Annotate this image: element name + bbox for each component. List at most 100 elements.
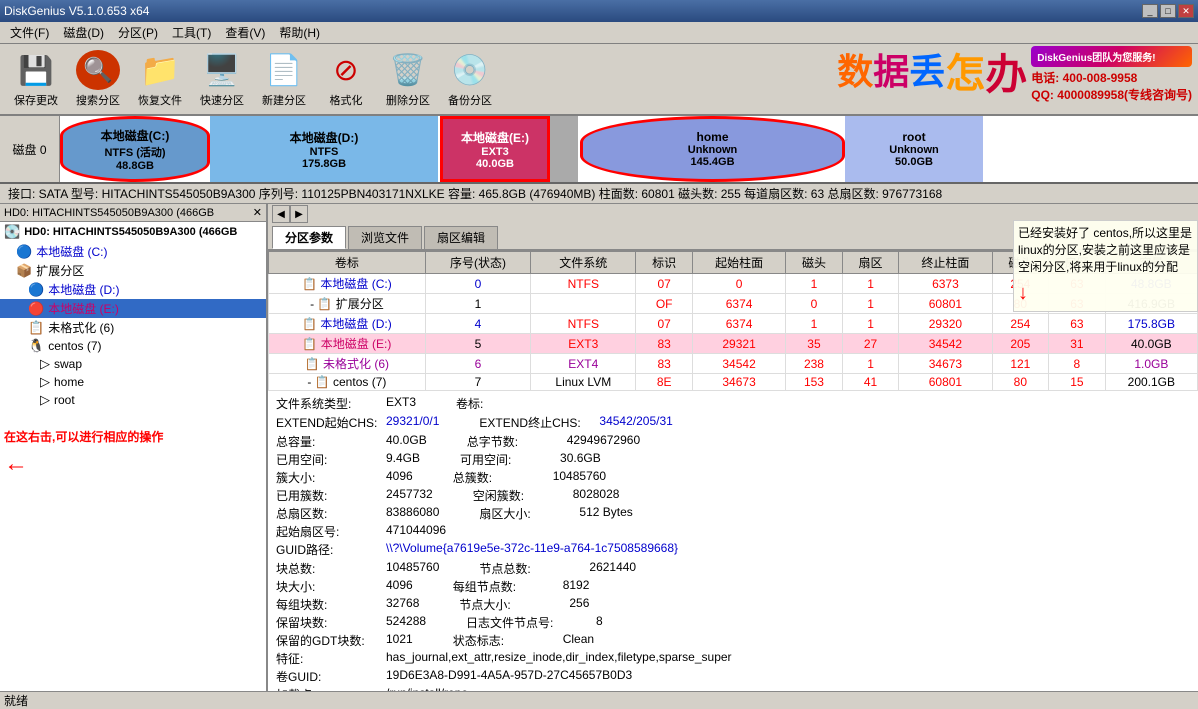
menu-file[interactable]: 文件(F) (4, 22, 55, 43)
cell-end-cyl: 34542 (899, 334, 992, 354)
tree-item-unformatted[interactable]: 📋 未格式化 (6) (0, 318, 266, 337)
format-button[interactable]: ⊘ 格式化 (316, 47, 376, 111)
new-partition-icon: 📄 (263, 50, 305, 90)
extend-chs-row: EXTEND起始CHS: 29321/0/1 EXTEND终止CHS: 3454… (276, 414, 1190, 431)
lbl-node-size: 节点大小: (459, 596, 569, 613)
cell-end-cyl: 60801 (899, 294, 992, 314)
part-d-name: 本地磁盘(D:) (290, 129, 359, 146)
part-root-size: 50.0GB (895, 156, 933, 168)
col-id: 标识 (636, 252, 693, 274)
detail-label-sector-size: 扇区大小: (479, 505, 579, 522)
tree-item-hd0[interactable]: 💽 HD0: HITACHINTS545050B9A300 (466GB (0, 222, 266, 242)
cell-end-sec: 15 (1049, 374, 1106, 391)
menu-view[interactable]: 查看(V) (219, 22, 271, 43)
col-fs: 文件系统 (531, 252, 636, 274)
vol-label-label: 卷标: (456, 395, 506, 412)
fs-type-row: 文件系统类型: EXT3 卷标: (276, 395, 1190, 412)
table-row[interactable]: 📋 本地磁盘 (E:) 5 EXT3 83 29321 35 27 34542 … (269, 334, 1198, 354)
cell-start-head: 0 (786, 294, 843, 314)
menu-disk[interactable]: 磁盘(D) (57, 22, 110, 43)
lbl-state: 状态标志: (453, 632, 563, 649)
cell-start-cyl: 6374 (692, 294, 785, 314)
detail-label-start-sec-no: 起始扇区号: (276, 523, 386, 540)
tree-item-centos[interactable]: 🐧 centos (7) (0, 337, 266, 355)
extend-start-group: EXTEND起始CHS: 29321/0/1 (276, 414, 439, 431)
lbl-features: 特征: (276, 650, 386, 667)
table-row[interactable]: - 📋 centos (7) 7 Linux LVM 8E 34673 153 … (269, 374, 1198, 391)
col-start-head: 磁头 (786, 252, 843, 274)
nav-forward-button[interactable]: ▶ (290, 205, 308, 223)
tree-item-home[interactable]: ▷ home (0, 373, 266, 391)
cell-end-head: 254 (992, 314, 1049, 334)
disk-part-home[interactable]: home Unknown 145.4GB (580, 116, 845, 182)
close-button[interactable]: ✕ (1178, 4, 1194, 18)
cell-start-cyl: 34542 (692, 354, 785, 374)
menu-partition[interactable]: 分区(P) (112, 22, 164, 43)
ad-chars: 数 据 丢 怎 办 (837, 54, 1027, 96)
cell-fs: NTFS (531, 314, 636, 334)
arrow-down: ↓ (1018, 279, 1193, 307)
tree-item-root[interactable]: ▷ root (0, 391, 266, 409)
delete-partition-button[interactable]: 🗑️ 删除分区 (378, 47, 438, 111)
detail-field-row-4: 总扇区数:83886080 扇区大小:512 Bytes (276, 505, 1190, 522)
part-d-size: 175.8GB (302, 158, 346, 170)
fs-type-group: 文件系统类型: EXT3 (276, 395, 416, 412)
restore-label: 恢复文件 (138, 92, 182, 108)
save-button[interactable]: 💾 保存更改 (6, 47, 66, 111)
menu-bar: 文件(F) 磁盘(D) 分区(P) 工具(T) 查看(V) 帮助(H) (0, 22, 1198, 44)
tree-close-button[interactable]: ✕ (253, 206, 262, 219)
detail-label-used: 已用空间: (276, 451, 386, 468)
disk-part-d[interactable]: 本地磁盘(D:) NTFS 175.8GB (210, 116, 440, 182)
menu-help[interactable]: 帮助(H) (273, 22, 326, 43)
search-label: 搜索分区 (76, 92, 120, 108)
search-partition-button[interactable]: 🔍 搜索分区 (68, 47, 128, 111)
menu-tools[interactable]: 工具(T) (166, 22, 217, 43)
cell-start-cyl: 34673 (692, 374, 785, 391)
tab-browse-files[interactable]: 浏览文件 (348, 226, 422, 249)
save-label: 保存更改 (14, 92, 58, 108)
lbl-mount: 加载点: (276, 686, 386, 691)
new-partition-label: 新建分区 (262, 92, 306, 108)
tab-partition-params[interactable]: 分区参数 (272, 226, 346, 249)
minimize-button[interactable]: _ (1142, 4, 1158, 18)
nav-back-button[interactable]: ◀ (272, 205, 290, 223)
quick-partition-button[interactable]: 🖥️ 快速分区 (192, 47, 252, 111)
tree-item-c[interactable]: 🔵 本地磁盘 (C:) (0, 242, 266, 261)
tree-centos-label: centos (7) (48, 339, 101, 353)
table-row[interactable]: 📋 本地磁盘 (D:) 4 NTFS 07 6374 1 1 29320 254… (269, 314, 1198, 334)
disk-part-e[interactable]: 本地磁盘(E:) EXT3 40.0GB (440, 116, 550, 182)
part-root-fs: Unknown (889, 144, 939, 156)
tree-hd0-label: HD0: HITACHINTS545050B9A300 (466GB (24, 226, 237, 238)
maximize-button[interactable]: □ (1160, 4, 1176, 18)
disk-part-c[interactable]: 本地磁盘(C:) NTFS (活动) 48.8GB (60, 116, 210, 182)
detail-label-free: 可用空间: (460, 451, 560, 468)
status-bar: 就绪 (0, 691, 1198, 709)
disk-part-root[interactable]: root Unknown 50.0GB (845, 116, 985, 182)
part-e-fs: EXT3 (481, 146, 509, 158)
tab-sector-edit[interactable]: 扇区编辑 (424, 226, 498, 249)
lbl-group-nodes: 每组节点数: (453, 578, 563, 595)
tree-item-extended[interactable]: 📦 扩展分区 (0, 261, 266, 280)
backup-partition-button[interactable]: 💿 备份分区 (440, 47, 500, 111)
cell-start-sec: 1 (842, 294, 899, 314)
part-c-fs: NTFS (活动) (104, 144, 165, 160)
tree-item-e[interactable]: 🔴 本地磁盘 (E:) (0, 299, 266, 318)
extend-start-label: EXTEND起始CHS: (276, 414, 386, 431)
cell-end-cyl: 6373 (899, 274, 992, 294)
ad-char-5: 办 (985, 54, 1027, 96)
tree-item-swap[interactable]: ▷ swap (0, 355, 266, 373)
cell-seq: 6 (425, 354, 530, 374)
cell-id: 8E (636, 374, 693, 391)
detail-label-free-clusters: 空闲簇数: (473, 487, 573, 504)
cell-size: 175.8GB (1105, 314, 1197, 334)
backup-label: 备份分区 (448, 92, 492, 108)
val-node-total: 2621440 (589, 560, 636, 577)
cell-fs: EXT3 (531, 334, 636, 354)
cell-id: 83 (636, 354, 693, 374)
tree-item-d[interactable]: 🔵 本地磁盘 (D:) (0, 280, 266, 299)
restore-file-button[interactable]: 📁 恢复文件 (130, 47, 190, 111)
val-reserved-gdt: 1021 (386, 632, 413, 649)
table-row[interactable]: 📋 未格式化 (6) 6 EXT4 83 34542 238 1 34673 1… (269, 354, 1198, 374)
new-partition-button[interactable]: 📄 新建分区 (254, 47, 314, 111)
cell-start-sec: 27 (842, 334, 899, 354)
